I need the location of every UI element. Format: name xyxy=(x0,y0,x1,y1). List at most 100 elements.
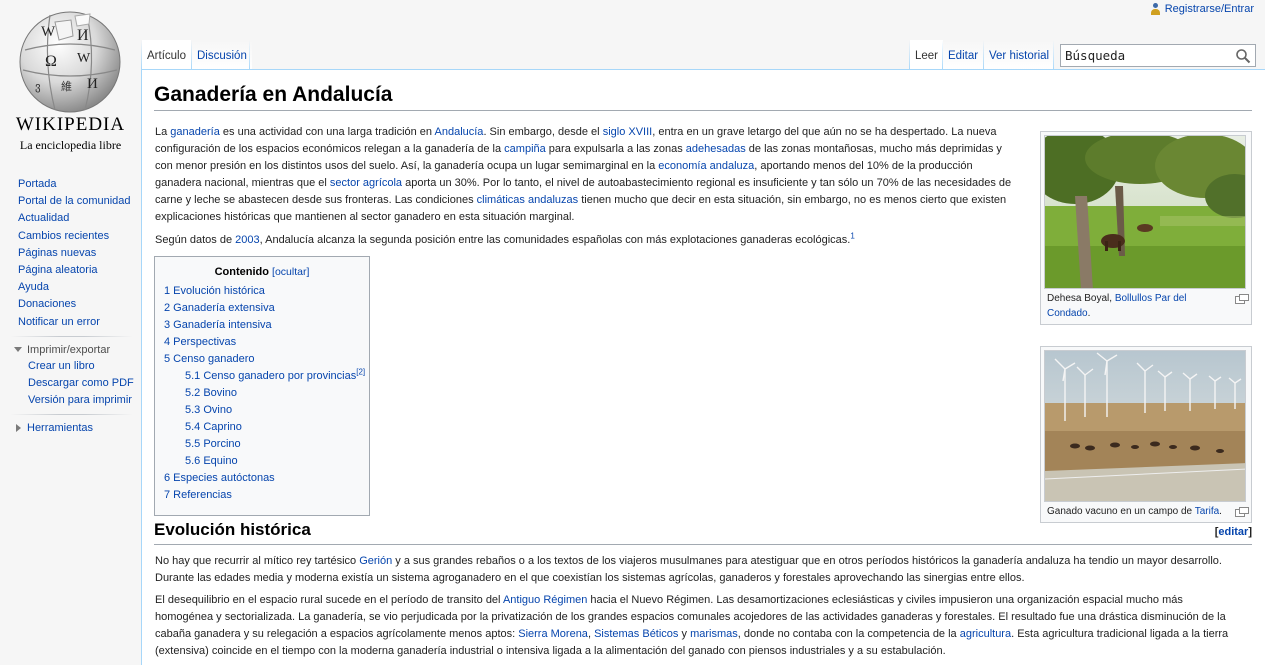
sidebar-item[interactable]: Portada xyxy=(18,176,141,193)
toc-link[interactable]: 5.5 Porcino xyxy=(185,438,241,450)
sidebar-item[interactable]: Página aleatoria xyxy=(18,262,141,279)
inline-link[interactable]: Antiguo Régimen xyxy=(503,594,587,606)
sidebar-item[interactable]: Donaciones xyxy=(18,296,141,313)
tab-edit[interactable]: Editar xyxy=(943,40,984,70)
sidebar-item[interactable]: Ayuda xyxy=(18,279,141,296)
toc-toggle-link[interactable]: [ocultar] xyxy=(272,266,309,278)
toc-item[interactable]: 6 Especies autóctonas xyxy=(155,470,369,487)
inline-link[interactable]: Condado xyxy=(1047,308,1088,319)
toc-link[interactable]: 2 Ganadería extensiva xyxy=(164,302,275,314)
sidebar-item[interactable]: Portal de la comunidad xyxy=(18,193,141,210)
toc-link[interactable]: 5.4 Caprino xyxy=(185,421,242,433)
inline-link[interactable]: Gerión xyxy=(359,555,392,567)
sidebar-item[interactable]: Cambios recientes xyxy=(18,228,141,245)
sidebar-link[interactable]: Notificar un error xyxy=(18,316,100,328)
toc-item[interactable]: 7 Referencias xyxy=(155,487,369,504)
toc-item[interactable]: 4 Perspectivas xyxy=(155,334,369,351)
tab-article[interactable]: Artículo xyxy=(142,40,191,70)
toc-item[interactable]: 1 Evolución histórica xyxy=(155,283,369,300)
tab-history[interactable]: Ver historial xyxy=(984,40,1055,70)
section-title: Evolución histórica xyxy=(154,520,311,539)
tools-toggle[interactable]: Herramientas xyxy=(0,420,141,436)
sidebar-link[interactable]: Portal de la comunidad xyxy=(18,195,131,207)
toc-item[interactable]: 5.4 Caprino xyxy=(155,419,369,436)
toc-link[interactable]: 4 Perspectivas xyxy=(164,336,236,348)
reference-link[interactable]: 1 xyxy=(850,231,854,240)
section-edit-link[interactable]: [editar] xyxy=(1215,526,1252,538)
inline-link[interactable]: Bollullos Par del xyxy=(1115,293,1187,304)
svg-text:W: W xyxy=(77,51,91,66)
toc-item[interactable]: 5.2 Bovino xyxy=(155,385,369,402)
inline-link[interactable]: Sistemas Béticos xyxy=(594,628,678,640)
inline-link[interactable]: marismas xyxy=(690,628,738,640)
toc-item[interactable]: 5 Censo ganadero xyxy=(155,351,369,368)
sidebar-item[interactable]: Notificar un error xyxy=(18,314,141,331)
toc-item[interactable]: 5.1 Censo ganadero por provincias[2] xyxy=(155,368,369,385)
tab-separator xyxy=(1053,40,1054,70)
toc-link[interactable]: 6 Especies autóctonas xyxy=(164,472,275,484)
search-input[interactable]: Búsqueda xyxy=(1060,44,1256,67)
tools-heading: Herramientas xyxy=(27,421,94,434)
sidebar-link[interactable]: Páginas nuevas xyxy=(18,247,96,259)
toc-link[interactable]: 7 Referencias xyxy=(164,489,232,501)
sidebar-item[interactable]: Páginas nuevas xyxy=(18,245,141,262)
inline-link[interactable]: economía andaluza xyxy=(658,160,754,172)
sidebar-link[interactable]: Ayuda xyxy=(18,281,49,293)
print-export-toggle[interactable]: Imprimir/exportar xyxy=(0,342,141,358)
print-export-item[interactable]: Crear un libro xyxy=(28,358,141,375)
toc-item[interactable]: 3 Ganadería intensiva xyxy=(155,317,369,334)
inline-link[interactable]: climáticas andaluzas xyxy=(477,194,579,206)
tarifa-image[interactable] xyxy=(1044,350,1246,502)
toc-link[interactable]: 5.6 Equino xyxy=(185,455,238,467)
register-login-link[interactable]: Registrarse/Entrar xyxy=(1165,3,1254,15)
tab-edit-label: Editar xyxy=(948,50,979,62)
toc-item[interactable]: 5.5 Porcino xyxy=(155,436,369,453)
print-export-link[interactable]: Descargar como PDF xyxy=(28,377,134,389)
search-placeholder: Búsqueda xyxy=(1065,48,1126,63)
inline-link[interactable]: ganadería xyxy=(170,126,220,138)
print-export-item[interactable]: Versión para imprimir xyxy=(28,392,141,409)
inline-link[interactable]: campiña xyxy=(504,143,546,155)
inline-link[interactable]: Sierra Morena xyxy=(518,628,588,640)
sidebar-item[interactable]: Actualidad xyxy=(18,210,141,227)
inline-link[interactable]: Tarifa xyxy=(1195,506,1219,517)
toc-link[interactable]: 5.3 Ovino xyxy=(185,404,232,416)
svg-text:維: 維 xyxy=(61,80,72,93)
inline-link[interactable]: Andalucía xyxy=(435,126,484,138)
tab-read-label: Leer xyxy=(915,50,939,62)
reference-link[interactable]: [2] xyxy=(356,367,365,376)
dehesa-image[interactable] xyxy=(1044,135,1246,289)
inline-link[interactable]: adehesadas xyxy=(686,143,746,155)
toc-item[interactable]: 5.6 Equino xyxy=(155,453,369,470)
sidebar-link[interactable]: Página aleatoria xyxy=(18,264,98,276)
sidebar-link[interactable]: Cambios recientes xyxy=(18,230,109,242)
page-title: Ganadería en Andalucía xyxy=(154,83,1252,111)
enlarge-icon[interactable] xyxy=(1235,294,1249,304)
toc-link[interactable]: 5.1 Censo ganadero por provincias xyxy=(185,370,356,382)
print-export-item[interactable]: Descargar como PDF xyxy=(28,375,141,392)
sidebar-link[interactable]: Actualidad xyxy=(18,212,69,224)
search-icon[interactable] xyxy=(1235,48,1251,64)
print-export-link[interactable]: Versión para imprimir xyxy=(28,394,132,406)
sidebar-link[interactable]: Donaciones xyxy=(18,298,76,310)
inline-link[interactable]: 2003 xyxy=(235,234,259,246)
toc-link[interactable]: 5 Censo ganadero xyxy=(164,353,255,365)
tab-discussion[interactable]: Discusión xyxy=(192,40,252,70)
intro-paragraph: La ganadería es una actividad con una la… xyxy=(155,126,1012,223)
inline-link[interactable]: sector agrícola xyxy=(330,177,402,189)
toc-item[interactable]: 5.3 Ovino xyxy=(155,402,369,419)
wikipedia-logo[interactable]: W И Ω W И 維 ვ WIKIPEDIA La enciclopedia … xyxy=(0,0,141,160)
inline-link[interactable]: agricultura xyxy=(960,628,1011,640)
sidebar: Portada Portal de la comunidad Actualidad C… xyxy=(0,176,141,436)
enlarge-icon[interactable] xyxy=(1235,507,1249,517)
print-export-link[interactable]: Crear un libro xyxy=(28,360,95,372)
tab-read[interactable]: Leer xyxy=(910,40,944,70)
inline-link[interactable]: siglo XVIII xyxy=(603,126,653,138)
toc-link[interactable]: 1 Evolución histórica xyxy=(164,285,265,297)
table-of-contents: Contenido [ocultar] 1 Evolución históric… xyxy=(154,256,370,516)
toc-link[interactable]: 3 Ganadería intensiva xyxy=(164,319,272,331)
sidebar-link[interactable]: Portada xyxy=(18,178,57,190)
toc-header: Contenido [ocultar] xyxy=(155,266,369,283)
toc-link[interactable]: 5.2 Bovino xyxy=(185,387,237,399)
toc-item[interactable]: 2 Ganadería extensiva xyxy=(155,300,369,317)
